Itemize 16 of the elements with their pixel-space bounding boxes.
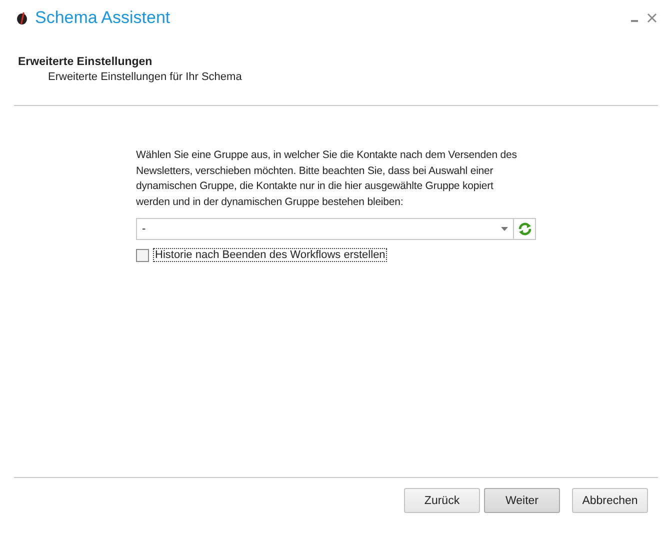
checkbox-label[interactable]: Historie nach Beenden des Workflows erstellen	[153, 248, 388, 262]
caret-icon	[501, 227, 508, 231]
description-text: Wählen Sie eine Gruppe aus, in welcher Sie die Kontakte nach dem Versenden des Newsletters, verschieben möchten. Bitte beachten Sie, dass bei Auswahl einer dynamischen Gruppe, die Kontakte nur in die hier ausgewählte Gruppe kopiert werden und in der dynamischen Gruppe bestehen bleiben:	[136, 148, 518, 210]
page-heading: Erweiterte Einstellungen	[18, 56, 154, 68]
minimize-icon	[630, 20, 638, 22]
refresh-icon[interactable]	[514, 218, 536, 240]
flame-icon	[16, 11, 28, 25]
window-title: Schema Assistent	[35, 8, 170, 28]
wizard-button[interactable]: Weiter	[484, 488, 560, 513]
close-button[interactable]	[646, 12, 658, 24]
page-subtitle: Erweiterte Einstellungen für Ihr Schema	[47, 71, 243, 83]
wizard-button[interactable]: Zurück	[404, 488, 480, 513]
checkbox[interactable]	[136, 248, 149, 262]
group-dropdown[interactable]: -	[136, 218, 514, 240]
close-icon	[647, 13, 657, 23]
wizard-button[interactable]: Abbrechen	[572, 488, 648, 513]
